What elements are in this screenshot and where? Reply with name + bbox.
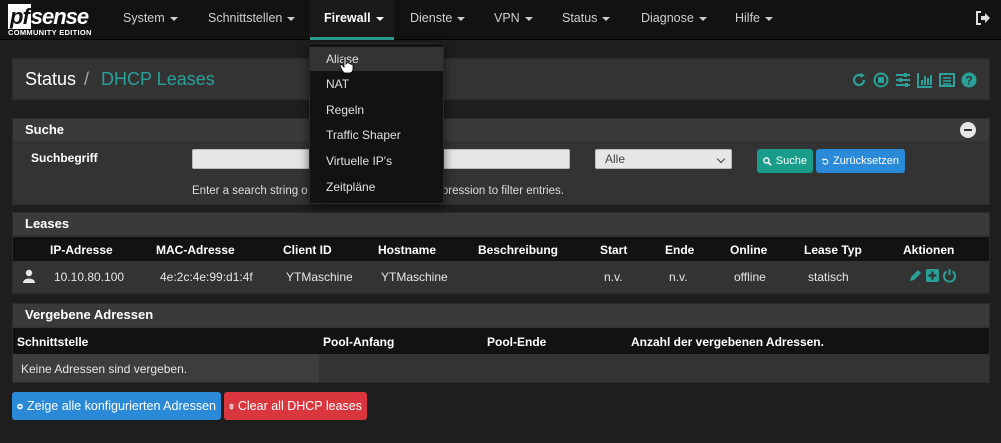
- caret-down-icon: [457, 16, 466, 21]
- col-actions: Aktionen: [903, 243, 955, 257]
- menu-item-nat[interactable]: NAT: [310, 72, 443, 96]
- col-pool-start: Pool-Anfang: [323, 335, 395, 349]
- caret-down-icon: [698, 16, 707, 21]
- page-header: Status / DHCP Leases ?: [12, 58, 990, 100]
- user-icon: [23, 269, 35, 283]
- col-ip[interactable]: IP-Adresse: [50, 243, 113, 257]
- row-actions: [908, 268, 957, 283]
- collapse-icon[interactable]: [960, 122, 976, 138]
- svg-text:?: ?: [965, 74, 972, 88]
- chevron-down-icon: [716, 154, 726, 164]
- stop-icon[interactable]: [873, 72, 889, 88]
- search-button[interactable]: Suche: [757, 149, 813, 173]
- caret-down-icon: [287, 16, 296, 21]
- logo-edition: COMMUNITY EDITION: [8, 28, 92, 37]
- power-icon[interactable]: [942, 268, 957, 283]
- col-client-id[interactable]: Client ID: [283, 243, 332, 257]
- nav-status[interactable]: Status: [549, 0, 623, 38]
- settings-sliders-icon[interactable]: [895, 72, 911, 88]
- menu-item-zeitplaene[interactable]: Zeitpläne: [310, 175, 443, 199]
- menu-item-aliase[interactable]: Aliase: [310, 47, 443, 71]
- assigned-table-header: Schnittstelle Pool-Anfang Pool-Ende Anza…: [13, 328, 989, 354]
- refresh-icon[interactable]: [851, 72, 867, 88]
- leases-panel: Leases IP-Adresse MAC-Adresse Client ID …: [12, 212, 990, 294]
- nav-diagnose[interactable]: Diagnose: [628, 0, 720, 38]
- plus-circle-icon: [17, 403, 23, 409]
- lease-online: offline: [734, 270, 766, 284]
- assigned-empty-message: Keine Adressen sind vergeben.: [21, 362, 188, 376]
- caret-down-icon: [375, 16, 384, 21]
- search-panel-title: Suche: [13, 119, 989, 141]
- leases-table-header: IP-Adresse MAC-Adresse Client ID Hostnam…: [13, 237, 989, 261]
- search-term-label: Suchbegriff: [31, 151, 98, 165]
- leases-panel-title: Leases: [13, 213, 989, 235]
- lease-mac: 4e:2c:4e:99:d1:4f: [160, 270, 253, 284]
- nav-vpn[interactable]: VPN: [481, 0, 546, 38]
- nav-schnittstellen[interactable]: Schnittstellen: [195, 0, 308, 38]
- nav-hilfe[interactable]: Hilfe: [722, 0, 786, 38]
- lease-start: n.v.: [604, 270, 623, 284]
- list-icon[interactable]: [939, 72, 955, 88]
- lease-hostname: YTMaschine: [381, 270, 448, 284]
- caret-down-icon: [524, 16, 533, 21]
- assigned-addresses-panel: Vergebene Adressen Schnittstelle Pool-An…: [12, 303, 990, 383]
- col-interface: Schnittstelle: [17, 335, 89, 349]
- search-icon: [763, 156, 772, 166]
- nav-system[interactable]: System: [110, 0, 191, 38]
- breadcrumb-separator: /: [84, 69, 90, 89]
- lease-client-id: YTMaschine: [286, 270, 353, 284]
- col-description[interactable]: Beschreibung: [478, 243, 558, 257]
- breadcrumb-section[interactable]: Status: [25, 69, 76, 90]
- top-navbar: pfsense COMMUNITY EDITION System Schnitt…: [0, 0, 1001, 40]
- col-assigned-count: Anzahl der vergebenen Adressen.: [631, 335, 824, 349]
- table-row: 10.10.80.100 4e:2c:4e:99:d1:4f YTMaschin…: [13, 261, 989, 293]
- undo-icon: [822, 158, 829, 165]
- col-mac[interactable]: MAC-Adresse: [156, 243, 235, 257]
- page-title[interactable]: DHCP Leases: [101, 69, 215, 90]
- logo-wordmark: pfsense: [8, 4, 89, 29]
- menu-item-traffic-shaper[interactable]: Traffic Shaper: [310, 123, 443, 147]
- search-panel: Suche Suchbegriff Alle Suche Zurücksetze…: [12, 118, 990, 205]
- edit-pencil-icon[interactable]: [908, 268, 923, 283]
- header-icon-group: ?: [851, 72, 977, 88]
- col-pool-end: Pool-Ende: [487, 335, 547, 349]
- col-lease-type[interactable]: Lease Typ: [804, 243, 862, 257]
- chart-icon[interactable]: [917, 72, 933, 88]
- help-icon[interactable]: ?: [961, 72, 977, 88]
- nav-dienste[interactable]: Dienste: [397, 0, 478, 38]
- lease-ip: 10.10.80.100: [54, 270, 125, 284]
- firewall-dropdown-menu: Aliase NAT Regeln Traffic Shaper Virtuel…: [309, 43, 444, 204]
- menu-item-regeln[interactable]: Regeln: [310, 98, 443, 122]
- caret-down-icon: [602, 16, 611, 21]
- menu-item-virtuelle-ips[interactable]: Virtuelle IP's: [310, 149, 443, 173]
- pfsense-logo[interactable]: pfsense COMMUNITY EDITION: [6, 4, 101, 38]
- nav-firewall[interactable]: Firewall: [310, 0, 394, 40]
- trash-icon: [229, 403, 234, 409]
- clear-dhcp-leases-button[interactable]: Clear all DHCP leases: [224, 392, 367, 420]
- filter-select[interactable]: Alle: [595, 149, 732, 169]
- col-hostname[interactable]: Hostname: [378, 243, 436, 257]
- add-plus-icon[interactable]: [925, 268, 940, 283]
- assigned-panel-title: Vergebene Adressen: [13, 304, 989, 326]
- reset-button[interactable]: Zurücksetzen: [816, 149, 905, 173]
- lease-type: statisch: [808, 270, 849, 284]
- caret-down-icon: [765, 16, 774, 21]
- assigned-empty-row: Keine Adressen sind vergeben.: [13, 354, 319, 382]
- logout-icon[interactable]: [975, 10, 991, 26]
- col-start[interactable]: Start: [600, 243, 627, 257]
- lease-end: n.v.: [669, 270, 688, 284]
- caret-down-icon: [169, 16, 178, 21]
- hand-pointer-cursor-icon: [339, 55, 354, 74]
- col-end[interactable]: Ende: [665, 243, 694, 257]
- show-all-addresses-button[interactable]: Zeige alle konfigurierten Adressen: [12, 392, 221, 420]
- col-online[interactable]: Online: [730, 243, 767, 257]
